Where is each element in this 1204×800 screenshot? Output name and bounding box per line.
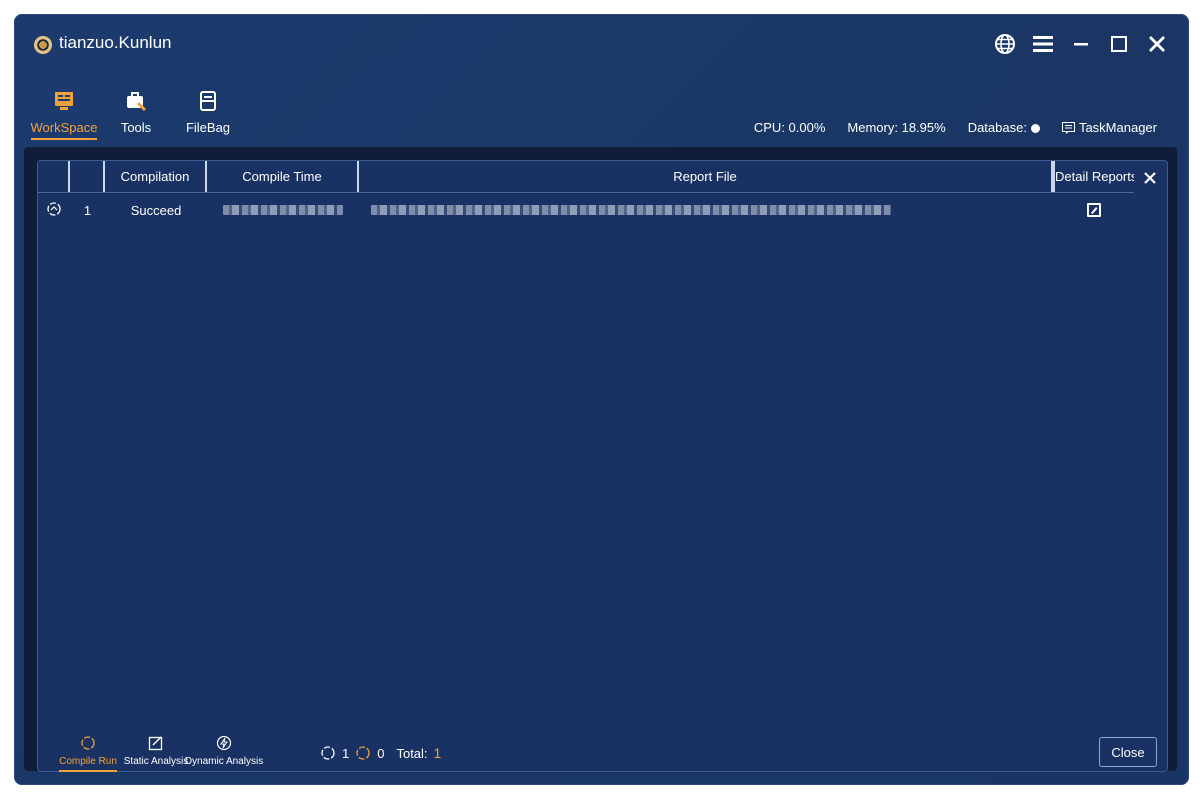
minimize-icon[interactable]	[1069, 32, 1093, 56]
col-header-index[interactable]	[70, 161, 105, 192]
nav-label: Tools	[120, 120, 152, 135]
row-index: 1	[83, 202, 92, 218]
nav-tools[interactable]: Tools	[100, 88, 172, 150]
app-title: tianzuo.Kunlun	[59, 33, 172, 52]
app-logo-icon	[34, 36, 52, 54]
compile-report-dialog: Compilation Compile Time Report File Det…	[37, 160, 1168, 772]
compile-summary: 1 0 Total: 1	[320, 745, 441, 761]
total-value: 1	[433, 745, 442, 761]
col-header-icon[interactable]	[38, 161, 70, 192]
nav-label: FileBag	[185, 120, 231, 135]
success-count-icon	[321, 746, 335, 760]
workspace-icon	[55, 92, 73, 110]
report-table: Compilation Compile Time Report File Det…	[38, 161, 1134, 227]
close-button[interactable]: Close	[1099, 737, 1157, 767]
table-header: Compilation Compile Time Report File Det…	[38, 161, 1134, 193]
filebag-icon	[200, 91, 216, 111]
tab-static-analysis[interactable]: Static Analysis	[122, 735, 190, 772]
tab-compile-run[interactable]: Compile Run	[54, 735, 122, 772]
nav-workspace[interactable]: WorkSpace	[28, 88, 100, 150]
compile-run-icon	[81, 736, 95, 750]
col-header-compile-time[interactable]: Compile Time	[207, 161, 359, 192]
globe-icon[interactable]	[993, 32, 1017, 56]
compile-status-icon	[38, 201, 70, 220]
nav-filebag[interactable]: FileBag	[172, 88, 244, 150]
row-report-file	[359, 205, 1053, 215]
memory-usage: Memory: 18.95%	[847, 120, 946, 135]
status-bar: CPU: 0.00% Memory: 18.95% Database: Task…	[754, 120, 1157, 135]
col-header-report-file[interactable]: Report File	[359, 161, 1053, 192]
success-count: 1	[342, 745, 350, 761]
static-analysis-icon	[148, 736, 163, 751]
row-compile-time	[207, 205, 359, 215]
fail-count-icon	[356, 746, 370, 760]
col-header-detail-reports[interactable]: Detail Reports	[1053, 161, 1134, 192]
taskmanager-button[interactable]: TaskManager	[1061, 120, 1157, 135]
top-nav: WorkSpace Tools FileBag	[28, 88, 244, 150]
redacted-report-file	[371, 205, 891, 215]
window-controls	[993, 32, 1169, 56]
taskmanager-icon	[1061, 121, 1075, 134]
tools-icon	[127, 92, 147, 112]
col-header-compilation[interactable]: Compilation	[105, 161, 207, 192]
database-status: Database:	[968, 120, 1040, 135]
cpu-usage: CPU: 0.00%	[753, 120, 826, 135]
nav-label: WorkSpace	[30, 120, 98, 140]
table-row[interactable]: 1 Succeed	[38, 193, 1134, 227]
dynamic-analysis-icon	[216, 735, 232, 751]
tab-dynamic-analysis[interactable]: Dynamic Analysis	[185, 735, 263, 772]
database-status-dot	[1030, 124, 1040, 134]
close-window-icon[interactable]	[1145, 32, 1169, 56]
dialog-close-icon[interactable]	[1141, 169, 1159, 187]
title-bar[interactable]: tianzuo.Kunlun	[14, 14, 1189, 76]
analysis-tabs: Compile Run Static Analysis Dynamic Anal…	[54, 735, 263, 772]
detail-report-icon[interactable]	[1053, 202, 1134, 218]
redacted-compile-time	[223, 205, 343, 215]
total-label: Total:	[396, 745, 428, 761]
menu-icon[interactable]	[1031, 32, 1055, 56]
app-window: tianzuo.Kunlun WorkSpace Tools FileBag C…	[14, 14, 1189, 785]
row-compilation: Succeed	[130, 202, 182, 218]
maximize-icon[interactable]	[1107, 32, 1131, 56]
fail-count: 0	[377, 745, 385, 761]
